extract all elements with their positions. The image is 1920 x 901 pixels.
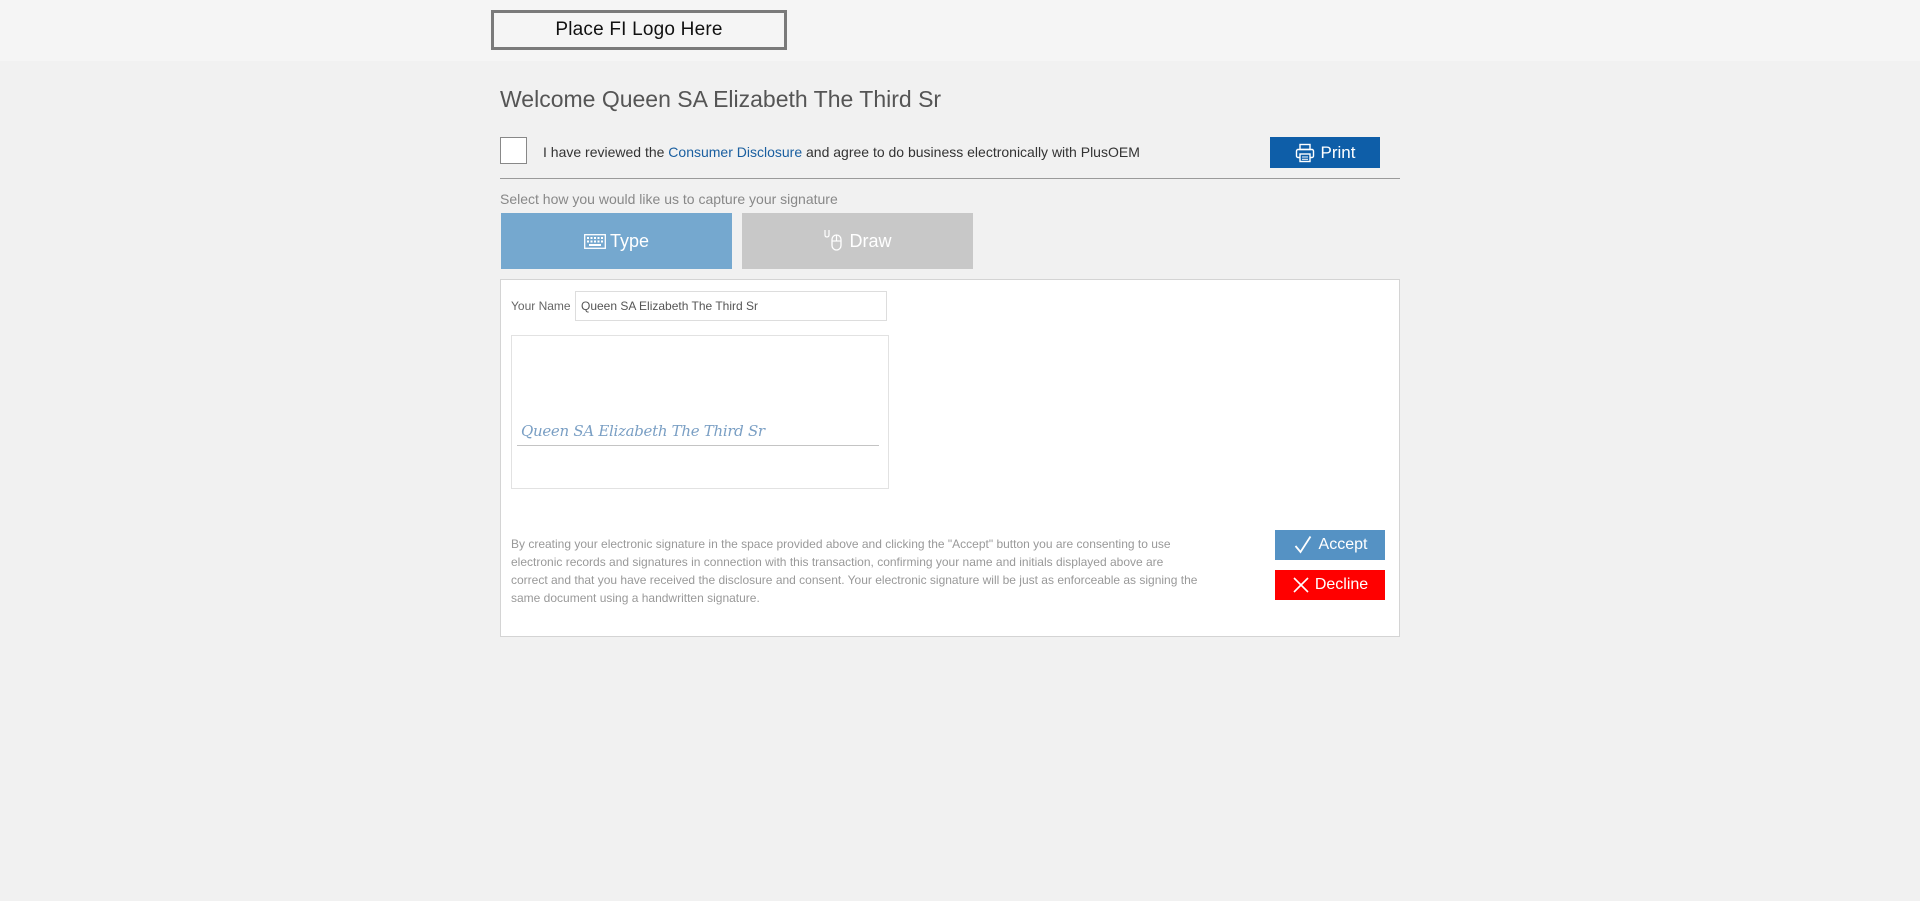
agreement-row: I have reviewed the Consumer Disclosure … — [500, 137, 1400, 165]
signature-line — [517, 445, 879, 446]
tab-type[interactable]: Type — [501, 213, 732, 269]
decline-label: Decline — [1314, 576, 1369, 593]
consumer-disclosure-link[interactable]: Consumer Disclosure — [668, 144, 802, 160]
signature-preview-box: Queen SA Elizabeth The Third Sr — [511, 335, 889, 489]
tab-draw[interactable]: Draw — [742, 213, 973, 269]
agreement-text: I have reviewed the Consumer Disclosure … — [543, 144, 1140, 160]
logo-text: Place FI Logo Here — [555, 19, 723, 40]
your-name-label: Your Name — [511, 299, 571, 313]
tab-type-label: Type — [609, 230, 650, 251]
agree-checkbox[interactable] — [500, 137, 527, 164]
checkmark-icon — [1293, 535, 1313, 555]
mouse-icon — [823, 229, 845, 253]
tab-draw-label: Draw — [849, 230, 892, 251]
signature-preview-text: Queen SA Elizabeth The Third Sr — [521, 422, 765, 440]
agreement-suffix: and agree to do business electronically … — [802, 144, 1140, 160]
header-bar: Place FI Logo Here — [0, 0, 1920, 61]
close-icon — [1292, 576, 1310, 594]
decline-button[interactable]: Decline — [1275, 570, 1385, 600]
welcome-heading: Welcome Queen SA Elizabeth The Third Sr — [500, 86, 942, 112]
section-divider — [500, 178, 1400, 179]
accept-label: Accept — [1318, 536, 1368, 553]
capture-method-label: Select how you would like us to capture … — [500, 191, 838, 207]
your-name-input[interactable] — [575, 291, 887, 321]
consent-disclaimer: By creating your electronic signature in… — [511, 537, 1198, 605]
print-label: Print — [1320, 142, 1356, 162]
keyboard-icon — [584, 233, 606, 249]
printer-icon — [1295, 143, 1315, 163]
agreement-prefix: I have reviewed the — [543, 144, 669, 160]
accept-button[interactable]: Accept — [1275, 530, 1385, 560]
signature-panel: Your Name Queen SA Elizabeth The Third S… — [500, 279, 1400, 637]
print-button[interactable]: Print — [1270, 137, 1380, 168]
fi-logo-placeholder: Place FI Logo Here — [491, 10, 787, 50]
